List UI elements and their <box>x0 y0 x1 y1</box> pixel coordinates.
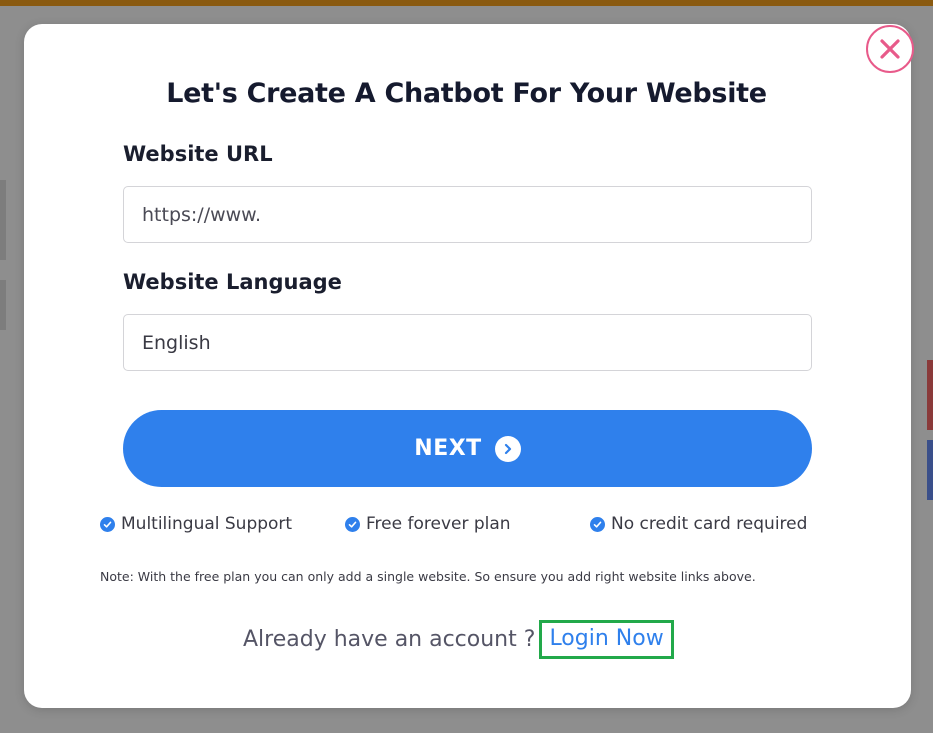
feature-label: No credit card required <box>611 514 808 534</box>
feature-label: Multilingual Support <box>121 514 293 534</box>
website-language-label: Website Language <box>123 270 342 294</box>
feature-free-forever-plan: Free forever plan <box>345 514 511 534</box>
background-fragment <box>0 180 6 260</box>
login-prompt-text: Already have an account ? <box>243 627 536 652</box>
feature-label: Free forever plan <box>366 514 511 534</box>
website-language-input[interactable] <box>123 314 812 371</box>
website-url-input[interactable] <box>123 186 812 243</box>
background-fragment <box>0 280 6 330</box>
background-fragment <box>927 360 933 430</box>
check-circle-icon <box>590 516 605 532</box>
feature-no-credit-card: No credit card required <box>590 514 807 534</box>
login-now-link[interactable]: Login Now <box>539 620 674 659</box>
close-icon <box>880 39 900 59</box>
close-button[interactable] <box>866 25 914 73</box>
chevron-right-circle-icon <box>494 435 521 462</box>
website-url-label: Website URL <box>123 142 273 166</box>
check-circle-icon <box>100 516 115 532</box>
free-plan-note: Note: With the free plan you can only ad… <box>100 569 756 584</box>
background-top-strip <box>0 0 933 6</box>
feature-multilingual-support: Multilingual Support <box>100 514 292 534</box>
check-circle-icon <box>345 516 360 532</box>
login-prompt-row: Already have an account ? Login Now <box>243 620 674 659</box>
background-fragment <box>927 440 933 500</box>
next-button[interactable]: NEXT <box>123 410 812 487</box>
modal-title: Let's Create A Chatbot For Your Website <box>166 78 767 109</box>
next-button-label: NEXT <box>414 436 482 461</box>
